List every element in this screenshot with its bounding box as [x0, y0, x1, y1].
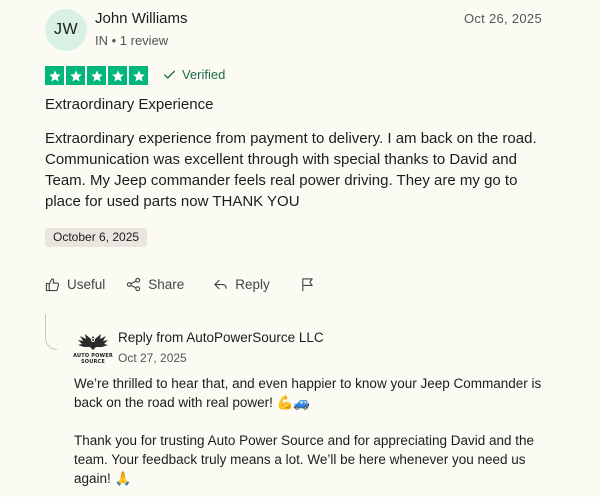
star-icon [45, 66, 64, 85]
reply-label: Reply [235, 276, 270, 292]
eagle-logo-icon [78, 334, 108, 350]
star-rating [45, 66, 148, 85]
review-date: Oct 26, 2025 [463, 11, 542, 26]
reply-from: Reply from AutoPowerSource LLC [118, 330, 324, 345]
flag-icon [302, 277, 313, 291]
star-icon [129, 66, 148, 85]
reply-button[interactable]: Reply [213, 277, 270, 292]
review-card: JW John Williams IN • 1 review Oct 26, 2… [0, 0, 600, 497]
useful-button[interactable]: Useful [45, 277, 105, 292]
reply-paragraph-2: Thank you for trusting Auto Power Source… [74, 433, 535, 486]
reply-icon [214, 279, 227, 289]
thumbs-up-icon [45, 277, 60, 291]
reviewer-meta: IN • 1 review [95, 33, 169, 48]
reply-connector [45, 314, 57, 350]
share-icon [127, 277, 141, 291]
review-actions: Useful Share Reply [45, 275, 315, 293]
star-icon [108, 66, 127, 85]
verified-label: Verified [182, 67, 226, 82]
useful-label: Useful [67, 276, 106, 292]
company-logo: AUTO POWER SOURCE [73, 332, 113, 366]
reply-body: We’re thrilled to hear that, and even ha… [74, 374, 554, 488]
star-icon [66, 66, 85, 85]
logo-text-line2: SOURCE [80, 358, 106, 365]
avatar[interactable]: JW [45, 9, 87, 51]
checkmark-icon [163, 70, 176, 79]
experience-date-badge: October 6, 2025 [45, 228, 148, 247]
reply-paragraph-1: We’re thrilled to hear that, and even ha… [74, 376, 542, 410]
reply-date: Oct 27, 2025 [118, 351, 187, 365]
share-button[interactable]: Share [126, 277, 184, 292]
review-body: Extraordinary experience from payment to… [45, 130, 537, 210]
share-label: Share [148, 276, 185, 292]
star-icon [87, 66, 106, 85]
review-title: Extraordinary Experience [45, 96, 214, 113]
reviewer-name[interactable]: John Williams [95, 10, 188, 27]
verified-badge[interactable]: Verified [163, 67, 225, 82]
flag-button[interactable] [300, 277, 315, 292]
